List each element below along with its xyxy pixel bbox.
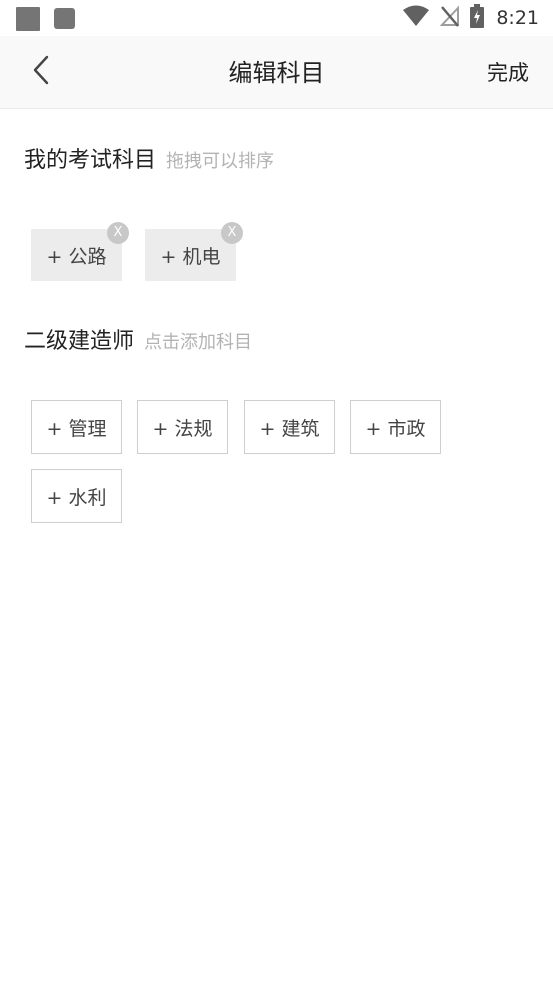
add-subject-tag[interactable]: + 市政 [350,400,441,454]
tag-label: + 市政 [365,417,426,440]
tag-label: + 建筑 [259,417,320,440]
my-subjects-title: 我的考试科目 [24,148,157,173]
available-subjects-title: 二级建造师 [24,329,135,354]
add-subject-tag[interactable]: + 管理 [31,400,122,454]
available-subjects-hint: 点击添加科目 [144,332,253,353]
done-button[interactable]: 完成 [487,59,529,87]
tag-label: + 法规 [152,417,213,440]
tag-label: + 机电 [160,245,221,268]
add-subject-tag[interactable]: + 法规 [137,400,228,454]
page-title: 编辑科目 [228,59,325,87]
available-subjects-header: 二级建造师 点击添加科目 [24,323,252,355]
notification-square-icon [54,8,75,29]
title-bar: 编辑科目 完成 [0,36,553,109]
tag-label: + 公路 [46,245,107,268]
remove-subject-button[interactable]: X [107,222,129,244]
status-bar: 8:21 [0,0,553,36]
my-subjects-hint: 拖拽可以排序 [166,151,275,172]
notification-square-icon [16,7,40,31]
battery-charging-icon [470,4,485,32]
clock-time: 8:21 [496,7,539,29]
status-icons: 8:21 [402,4,539,32]
remove-subject-button[interactable]: X [221,222,243,244]
my-subjects-header: 我的考试科目 拖拽可以排序 [24,142,274,174]
wifi-icon [402,5,430,31]
add-subject-tag[interactable]: + 建筑 [244,400,335,454]
tag-label: + 管理 [46,417,107,440]
no-signal-icon [440,5,460,31]
add-subject-tag[interactable]: + 水利 [31,469,122,523]
tag-label: + 水利 [46,486,107,509]
